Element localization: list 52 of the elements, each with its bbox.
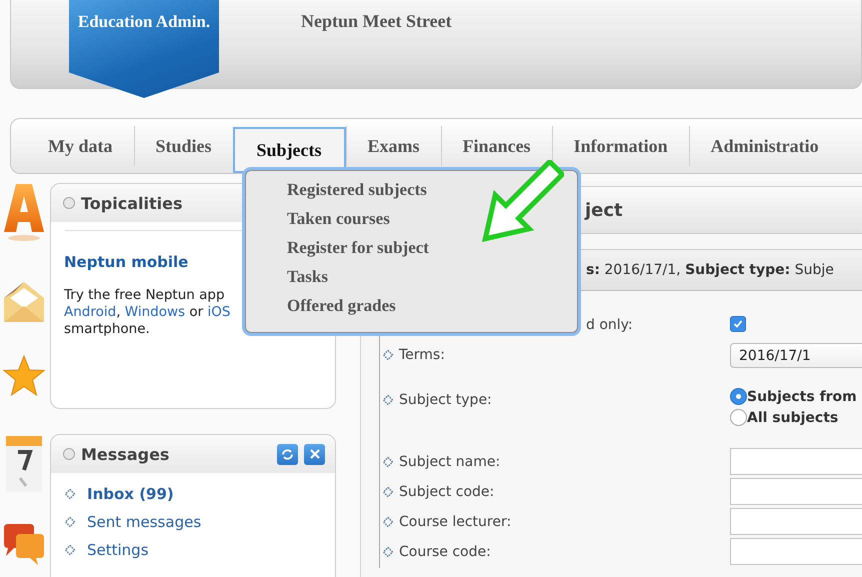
link[interactable]: Windows (124, 304, 186, 320)
check-icon (733, 319, 743, 329)
menu-item[interactable]: Tasks (246, 262, 328, 291)
terms-dropdown[interactable]: 2016/17/1 (730, 343, 862, 368)
chat-icon[interactable] (2, 524, 46, 566)
diamond-icon (65, 489, 75, 499)
panel-title: Messages (81, 444, 170, 464)
star-icon[interactable] (2, 354, 46, 398)
diamond-icon (383, 457, 393, 467)
logo[interactable]: Education Admin. (69, 0, 219, 98)
menu-item[interactable]: Offered grades (246, 291, 396, 320)
field-label: Course lecturer: (399, 514, 512, 530)
diamond-icon (383, 487, 393, 497)
message-folder-link[interactable]: Settings (87, 541, 149, 559)
site-title: Neptun Meet Street (301, 10, 452, 32)
close-icon (308, 448, 320, 460)
refresh-icon (281, 448, 294, 460)
close-button[interactable] (304, 444, 325, 464)
link[interactable]: Android (64, 304, 116, 320)
diamond-icon (383, 547, 393, 557)
diamond-icon (383, 517, 393, 527)
field-label: Subject name: (399, 454, 500, 470)
panel-title: Topicalities (81, 194, 184, 212)
field-label: Terms: (399, 347, 445, 363)
nav-tab[interactable]: Exams (346, 126, 441, 166)
diamond-icon (65, 517, 75, 527)
diamond-icon (383, 395, 393, 405)
page-title: ject (585, 200, 623, 220)
bullet-icon (63, 197, 75, 209)
letter-a-icon[interactable] (4, 184, 44, 242)
diamond-icon (65, 545, 75, 555)
nav-tab[interactable]: My data (27, 126, 134, 166)
link[interactable]: iOS (207, 304, 230, 320)
calendar-icon[interactable] (4, 436, 44, 494)
field-label: Subject code: (399, 484, 494, 500)
field-label: Course code: (399, 544, 491, 560)
checkbox[interactable] (730, 316, 746, 332)
message-folder-link[interactable]: Sent messages (87, 513, 202, 531)
message-folder-link[interactable]: Inbox (99) (87, 485, 174, 503)
refresh-button[interactable] (277, 444, 298, 464)
field-label: Subject type: (399, 392, 492, 408)
diamond-icon (383, 350, 393, 360)
bullet-icon (63, 448, 75, 460)
news-heading: Neptun mobile (64, 253, 190, 271)
field-label: d only: (586, 317, 633, 333)
filter-summary: s: 2016/17/1, Subject type: Subje (586, 262, 834, 278)
radio-option[interactable]: Subjects from (730, 386, 862, 407)
menu-item[interactable]: Taken courses (246, 204, 390, 233)
menu-item[interactable]: Registered subjects (246, 175, 427, 204)
nav-tab[interactable]: Administratio (688, 126, 840, 166)
menu-item[interactable]: Register for subject (246, 233, 429, 262)
radio-option[interactable]: All subjects (730, 407, 862, 428)
